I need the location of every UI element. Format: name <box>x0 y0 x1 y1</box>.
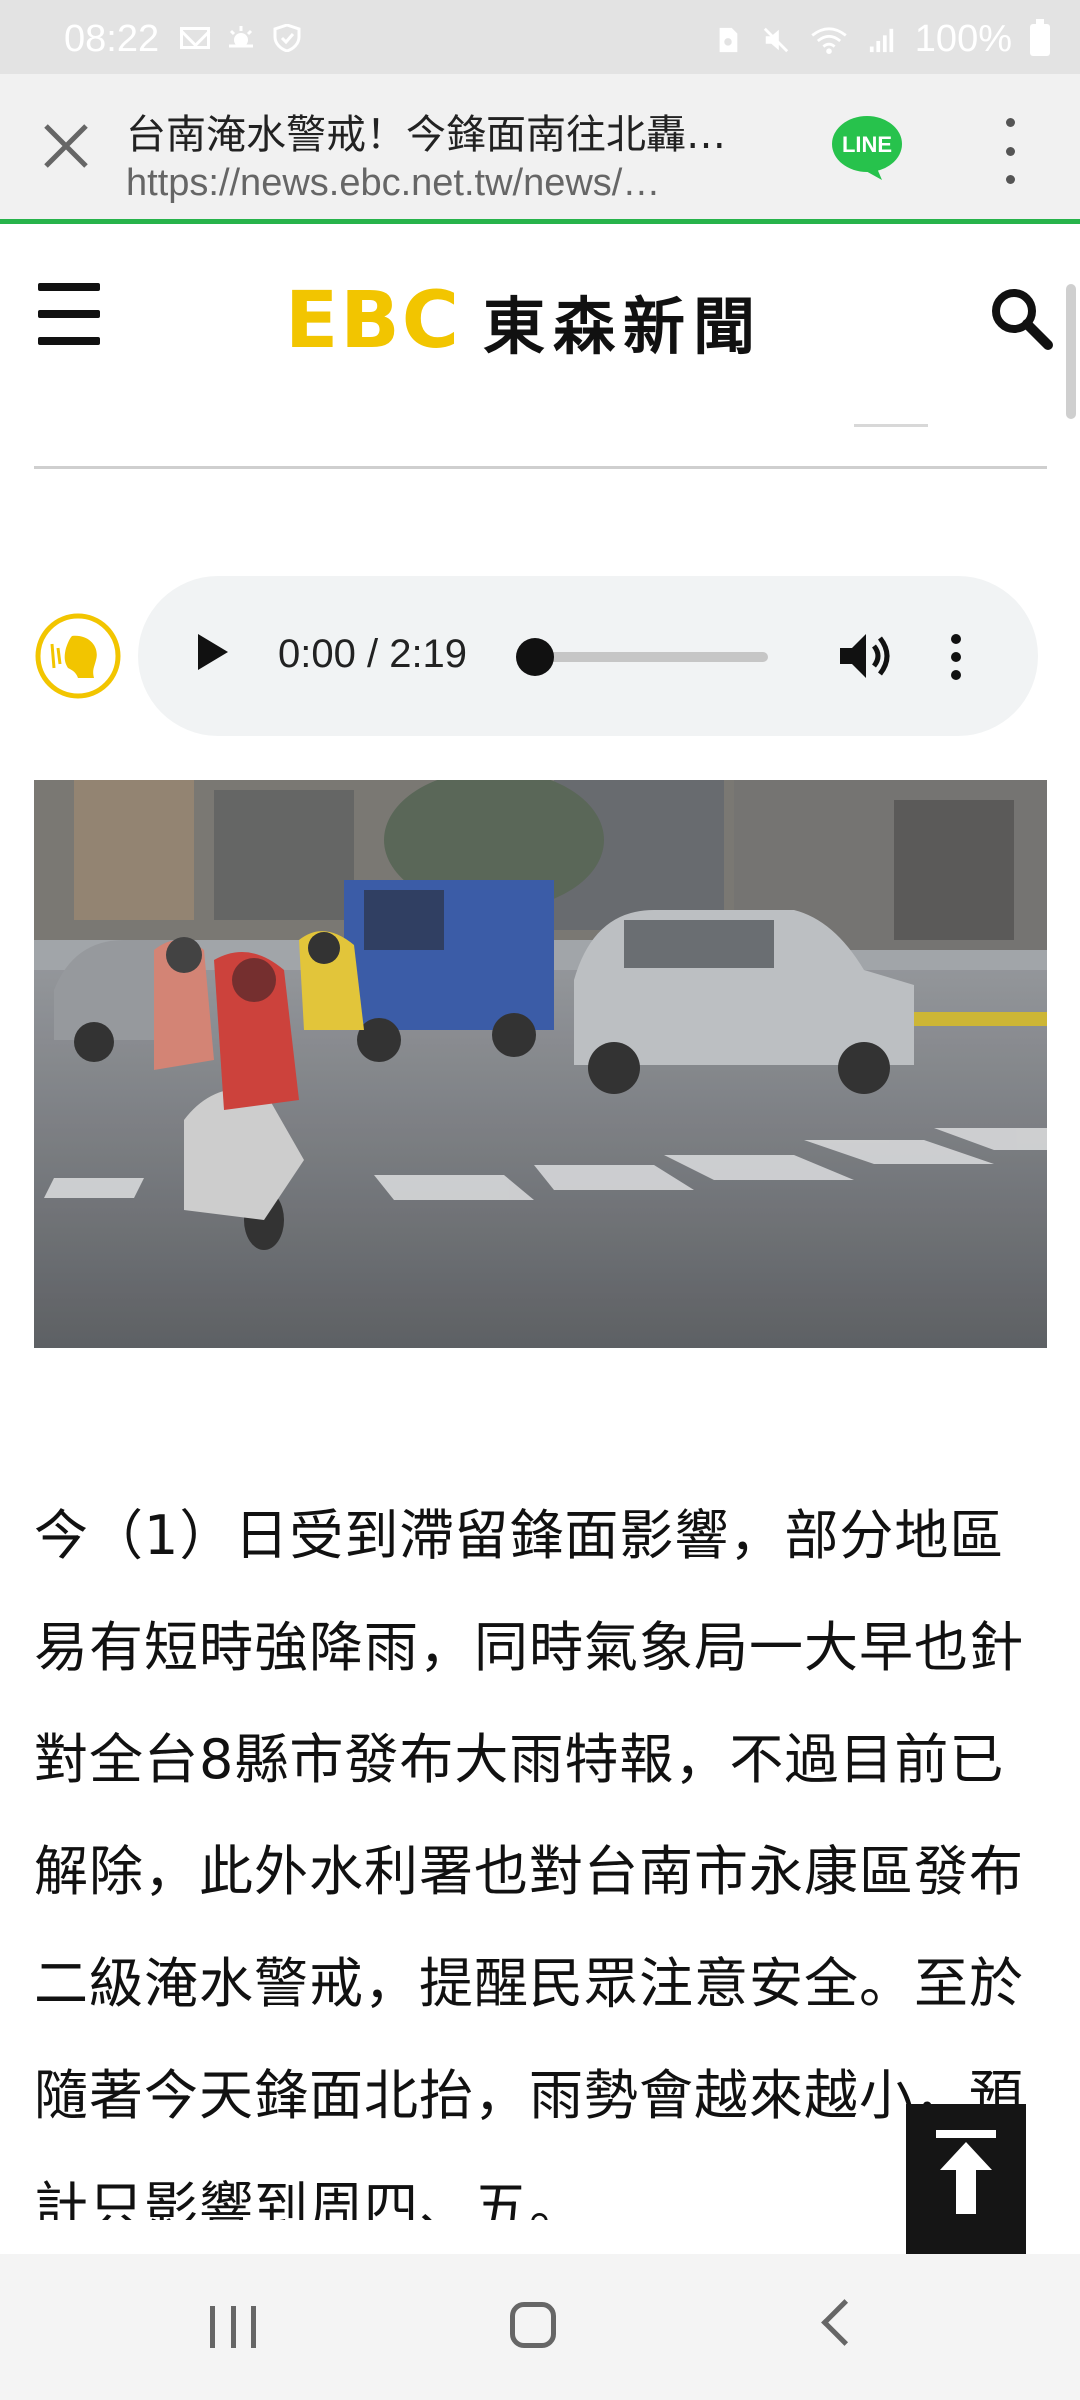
recent-apps-icon[interactable] <box>210 2306 256 2348</box>
search-icon[interactable] <box>988 285 1054 351</box>
weather-icon <box>229 26 253 48</box>
page-url[interactable]: https://news.ebc.net.tw/news/… <box>126 162 796 205</box>
audio-time: 0:00 / 2:19 <box>278 632 468 676</box>
system-nav-bar <box>0 2254 1080 2400</box>
wifi-icon <box>811 26 847 54</box>
shield-icon <box>273 24 301 52</box>
article-photo <box>34 780 1047 1348</box>
close-icon[interactable] <box>36 116 96 176</box>
audio-progress-knob[interactable] <box>516 638 554 676</box>
line-label: LINE <box>842 132 892 157</box>
battery-icon <box>1030 18 1050 56</box>
play-icon[interactable] <box>198 634 228 670</box>
line-share-button[interactable]: LINE <box>830 114 904 180</box>
overflow-menu-icon[interactable] <box>985 118 1035 184</box>
audio-options-icon[interactable] <box>950 634 962 680</box>
hamburger-menu-icon[interactable] <box>38 283 100 345</box>
status-bar: 08:22 100% <box>0 0 1080 74</box>
notification-icons <box>180 24 302 52</box>
article-body: 今（1）日受到滯留鋒面影響，部分地區易有短時強降雨，同時氣象局一大早也針對全台8… <box>34 1504 1024 2220</box>
battery-percent: 100% <box>914 18 1012 60</box>
mail-icon <box>180 27 210 49</box>
volume-icon[interactable] <box>838 630 894 682</box>
page-scrollbar[interactable] <box>1066 284 1076 419</box>
divider <box>34 466 1047 469</box>
logo-ebc-text: EBC <box>285 276 461 366</box>
status-time: 08:22 <box>64 18 160 60</box>
page-title[interactable]: 台南淹水警戒！今鋒面南往北轟… <box>126 102 796 160</box>
audio-read-icon[interactable] <box>34 612 122 700</box>
back-icon[interactable] <box>821 2299 868 2346</box>
ebc-logo[interactable]: EBC 東森新聞 <box>285 276 763 366</box>
logo-name-text: 東森新聞 <box>482 290 763 363</box>
back-to-top-button[interactable] <box>906 2104 1026 2254</box>
system-icons: 100% <box>713 18 1050 61</box>
signal-icon <box>869 28 893 52</box>
audio-progress-track[interactable] <box>528 652 768 662</box>
home-icon[interactable] <box>510 2302 556 2348</box>
rainy-street-image <box>34 780 1047 1348</box>
audio-player: 0:00 / 2:19 <box>138 576 1038 736</box>
mute-icon <box>763 27 788 52</box>
sim-icon <box>719 27 738 52</box>
site-header: EBC 東森新聞 <box>0 229 1080 409</box>
tab-indicator <box>854 424 928 427</box>
browser-toolbar: 台南淹水警戒！今鋒面南往北轟… https://news.ebc.net.tw/… <box>0 74 1080 224</box>
arrow-up-icon <box>936 2130 996 2214</box>
